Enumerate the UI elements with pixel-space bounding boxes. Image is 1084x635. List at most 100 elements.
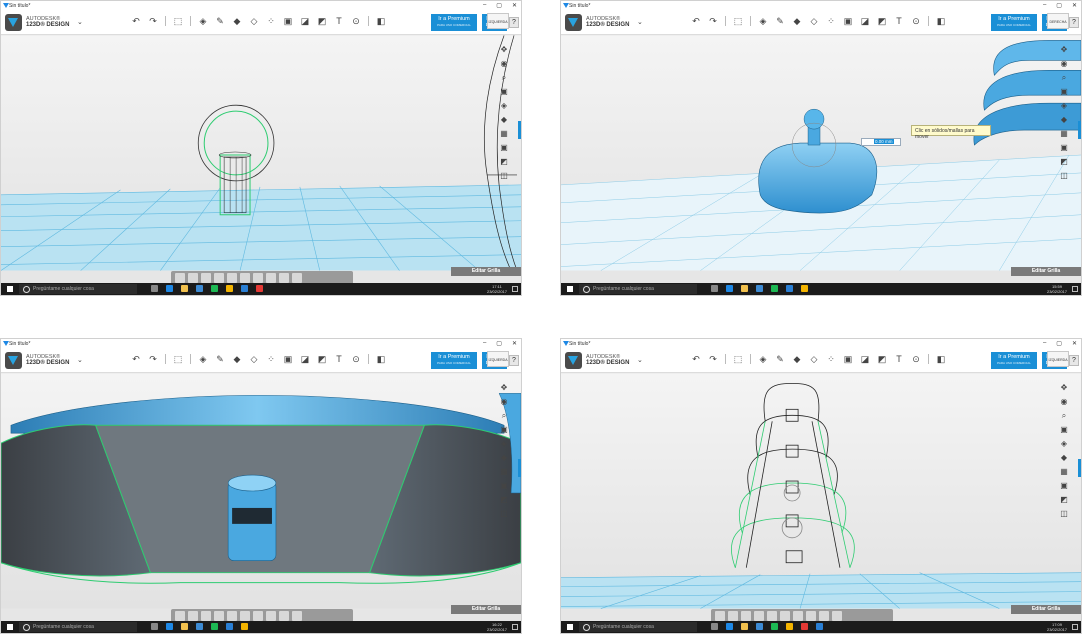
tool-slot-icon[interactable] — [266, 611, 276, 621]
view-cube[interactable]: IZQUIERDA — [1047, 351, 1069, 367]
construct-icon[interactable]: ◆ — [232, 16, 242, 26]
close-icon[interactable]: ✕ — [1072, 2, 1077, 9]
transform-icon[interactable]: ⬚ — [173, 354, 183, 364]
chrome-icon[interactable] — [786, 623, 793, 630]
store-icon[interactable] — [196, 623, 203, 630]
grid-icon[interactable]: ▦ — [1059, 467, 1069, 476]
minimize-icon[interactable]: – — [483, 2, 486, 9]
undo-icon[interactable]: ↶ — [131, 354, 141, 364]
task-view-icon[interactable] — [711, 623, 718, 630]
zoom-icon[interactable]: ⌕ — [499, 73, 509, 82]
material-view-icon[interactable]: ◩ — [1059, 495, 1069, 504]
123d-taskbar-icon[interactable] — [226, 623, 233, 630]
primitives-icon[interactable]: ◈ — [198, 16, 208, 26]
go-premium-button[interactable]: Ir a Premium PARA USO COMERCIAL — [991, 14, 1037, 31]
maximize-icon[interactable]: ▢ — [1056, 340, 1062, 347]
undo-icon[interactable]: ↶ — [691, 16, 701, 26]
help-button[interactable]: ? — [1069, 17, 1079, 28]
maximize-icon[interactable]: ▢ — [496, 340, 502, 347]
notifications-icon[interactable] — [512, 624, 518, 630]
store-icon[interactable] — [196, 285, 203, 292]
visibility-icon[interactable]: ◆ — [499, 453, 509, 462]
system-clock[interactable]: 17:09 23/02/2017 — [1047, 622, 1067, 632]
explorer-icon[interactable] — [181, 285, 188, 292]
task-view-icon[interactable] — [711, 285, 718, 292]
tool-slot-icon[interactable] — [188, 611, 198, 621]
redo-icon[interactable]: ↷ — [148, 354, 158, 364]
zoom-icon[interactable]: ⌕ — [499, 411, 509, 420]
cortana-search-box[interactable]: Pregúntame cualquier cosa — [579, 284, 697, 294]
fit-icon[interactable]: ▣ — [1059, 425, 1069, 434]
camera-icon[interactable]: ▣ — [499, 481, 509, 490]
tool-slot-icon[interactable] — [214, 273, 224, 283]
edge-icon[interactable] — [166, 285, 173, 292]
edit-grid-button[interactable]: Editar Grilla — [451, 267, 521, 276]
fit-icon[interactable]: ▣ — [499, 87, 509, 96]
side-panel-tab[interactable] — [518, 459, 521, 477]
text-icon[interactable]: T — [334, 354, 344, 364]
orbit-icon[interactable]: ◉ — [1059, 59, 1069, 68]
group-icon[interactable]: ▣ — [283, 354, 293, 364]
edit-grid-button[interactable]: Editar Grilla — [1011, 605, 1081, 614]
windows-start-icon[interactable] — [567, 624, 573, 630]
zoom-icon[interactable]: ⌕ — [1059, 73, 1069, 82]
fit-icon[interactable]: ▣ — [499, 425, 509, 434]
app-red-icon[interactable] — [256, 285, 263, 292]
outline-icon[interactable]: ◫ — [499, 509, 509, 518]
tool-slot-icon[interactable] — [279, 273, 289, 283]
tool-slot-icon[interactable] — [175, 273, 185, 283]
snap-icon[interactable]: ⊙ — [351, 16, 361, 26]
measure-icon[interactable]: ◩ — [317, 354, 327, 364]
123d-taskbar-icon[interactable] — [816, 623, 823, 630]
snap-icon[interactable]: ⊙ — [351, 354, 361, 364]
cortana-search-box[interactable]: Pregúntame cualquier cosa — [19, 284, 137, 294]
app-red-icon[interactable] — [801, 623, 808, 630]
chevron-down-icon[interactable]: ⌄ — [637, 18, 643, 26]
chrome-icon[interactable] — [226, 285, 233, 292]
minimize-icon[interactable]: – — [1043, 2, 1046, 9]
measure-icon[interactable]: ◩ — [317, 16, 327, 26]
primitives-icon[interactable]: ◈ — [758, 16, 768, 26]
edge-icon[interactable] — [166, 623, 173, 630]
view-icon[interactable]: ◈ — [1059, 439, 1069, 448]
tool-slot-icon[interactable] — [819, 611, 829, 621]
pan-icon[interactable]: ✥ — [499, 45, 509, 54]
camera-icon[interactable]: ▣ — [1059, 481, 1069, 490]
text-icon[interactable]: T — [334, 16, 344, 26]
material-view-icon[interactable]: ◩ — [1059, 157, 1069, 166]
fit-icon[interactable]: ▣ — [1059, 87, 1069, 96]
explorer-icon[interactable] — [741, 623, 748, 630]
help-button[interactable]: ? — [1069, 355, 1079, 366]
dimension-input[interactable]: 0.00 mm — [861, 138, 901, 146]
camera-icon[interactable]: ▣ — [499, 143, 509, 152]
solid-model-closeup[interactable] — [1, 395, 521, 584]
transform-icon[interactable]: ⬚ — [733, 354, 743, 364]
side-panel-tab[interactable] — [518, 121, 521, 139]
tool-slot-icon[interactable] — [767, 611, 777, 621]
material-icon[interactable]: ◧ — [376, 354, 386, 364]
maximize-icon[interactable]: ▢ — [496, 2, 502, 9]
close-icon[interactable]: ✕ — [512, 340, 517, 347]
transform-icon[interactable]: ⬚ — [173, 16, 183, 26]
edge-icon[interactable] — [726, 285, 733, 292]
tool-slot-icon[interactable] — [227, 273, 237, 283]
material-view-icon[interactable]: ◩ — [499, 495, 509, 504]
sketch-icon[interactable]: ✎ — [215, 16, 225, 26]
system-clock[interactable]: 17:11 23/02/2017 — [487, 284, 507, 294]
pattern-icon[interactable]: ⁘ — [266, 354, 276, 364]
spotify-icon[interactable] — [211, 623, 218, 630]
primitives-icon[interactable]: ◈ — [758, 354, 768, 364]
text-icon[interactable]: T — [894, 16, 904, 26]
notifications-icon[interactable] — [1072, 624, 1078, 630]
notifications-icon[interactable] — [1072, 286, 1078, 292]
tool-slot-icon[interactable] — [832, 611, 842, 621]
go-premium-button[interactable]: Ir a Premium PARA USO COMERCIAL — [431, 14, 477, 31]
view-icon[interactable]: ◈ — [1059, 101, 1069, 110]
windows-start-icon[interactable] — [567, 286, 573, 292]
pan-icon[interactable]: ✥ — [1059, 45, 1069, 54]
grid-icon[interactable]: ▦ — [1059, 129, 1069, 138]
task-view-icon[interactable] — [151, 623, 158, 630]
modify-icon[interactable]: ◇ — [809, 16, 819, 26]
construct-icon[interactable]: ◆ — [232, 354, 242, 364]
side-panel-tab[interactable] — [1078, 121, 1081, 139]
